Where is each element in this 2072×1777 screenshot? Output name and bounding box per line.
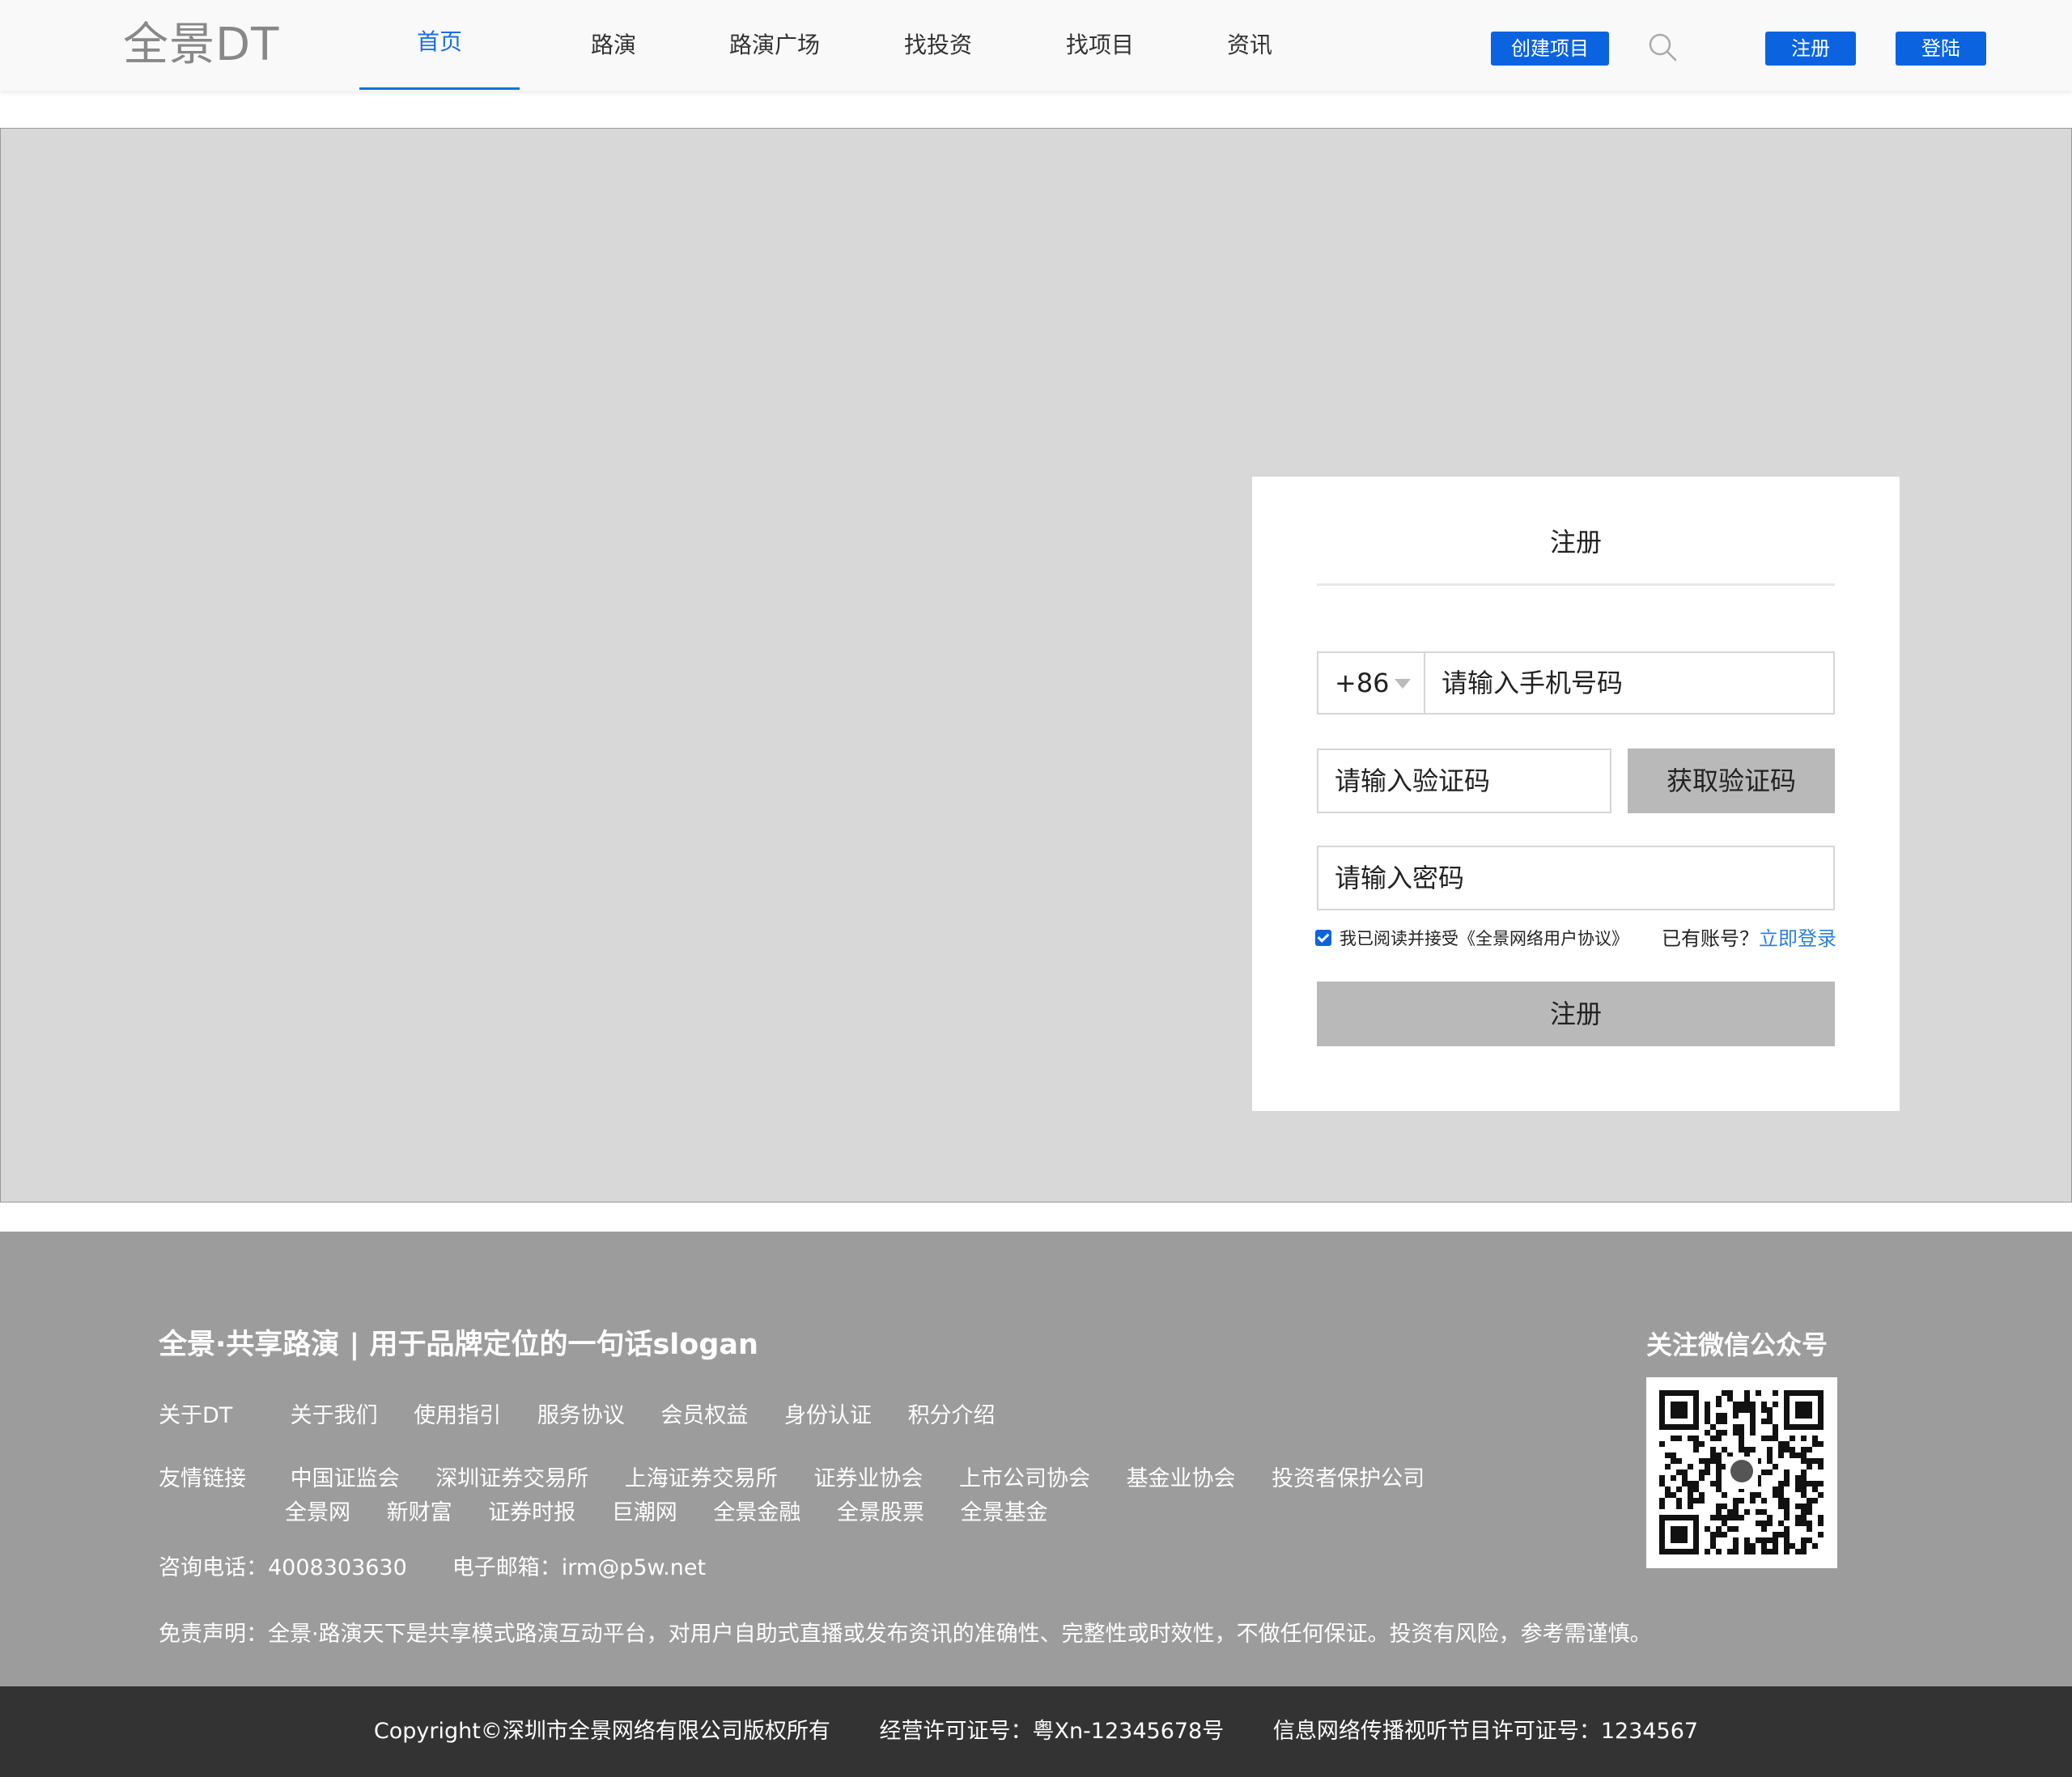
nav-roadshow[interactable]: 路演	[573, 0, 654, 87]
business-license: 经营许可证号：粤Xn-12345678号	[879, 1719, 1225, 1744]
footer-link-sse[interactable]: 上海证券交易所	[625, 1463, 778, 1495]
disclaimer-row: 免责声明：全景·路演天下是共享模式路演互动平台，对用户自助式直播或发布资讯的准确…	[159, 1618, 1652, 1651]
friend-links-label: 友情链接	[159, 1466, 246, 1491]
footer-link-p5w-stock[interactable]: 全景股票	[837, 1497, 924, 1529]
phone-input[interactable]: 请输入手机号码	[1441, 653, 1623, 713]
nav-news[interactable]: 资讯	[1221, 0, 1279, 87]
contact-phone: 4008303630	[268, 1555, 407, 1580]
password-field[interactable]: 请输入密码	[1317, 846, 1835, 910]
register-button[interactable]: 注册	[1765, 32, 1856, 66]
footer-link-points[interactable]: 积分介绍	[908, 1400, 996, 1432]
phone-label: 咨询电话：	[159, 1555, 268, 1580]
friend-links-row: 友情链接 中国证监会 深圳证券交易所 上海证券交易所 证券业协会 上市公司协会 …	[159, 1463, 1454, 1495]
site-logo[interactable]: 全景DT	[123, 16, 279, 74]
country-code-select[interactable]: +86	[1318, 653, 1425, 713]
wechat-qr-code	[1646, 1377, 1837, 1568]
password-input[interactable]: 请输入密码	[1335, 847, 1464, 909]
footer-slogan: 全景·共享路演 | 用于品牌定位的一句话slogan	[159, 1329, 758, 1361]
has-account-text: 已有账号？	[1662, 927, 1759, 950]
av-license: 信息网络传播视听节目许可证号：1234567	[1272, 1719, 1699, 1744]
footer-link-capco[interactable]: 上市公司协会	[959, 1463, 1090, 1495]
login-hint: 已有账号？立即登录	[1662, 925, 1836, 952]
footer-link-about-us[interactable]: 关于我们	[291, 1400, 378, 1432]
nav-roadshow-plaza[interactable]: 路演广场	[720, 0, 829, 87]
footer-link-amac[interactable]: 基金业协会	[1127, 1463, 1236, 1495]
wechat-title: 关注微信公众号	[1646, 1330, 1828, 1360]
footer-link-p5w[interactable]: 全景网	[285, 1497, 350, 1529]
email-label: 电子邮箱：	[452, 1555, 562, 1580]
footer-link-csrc[interactable]: 中国证监会	[291, 1463, 400, 1495]
create-project-button[interactable]: 创建项目	[1491, 32, 1609, 66]
agreement-checkbox[interactable]	[1315, 930, 1331, 946]
title-divider	[1317, 583, 1835, 586]
footer-link-p5w-finance[interactable]: 全景金融	[713, 1497, 800, 1529]
copyright-bar: Copyright©深圳市全景网络有限公司版权所有 经营许可证号：粤Xn-123…	[0, 1686, 2072, 1777]
disclaimer-text: 全景·路演天下是共享模式路演互动平台，对用户自助式直播或发布资讯的准确性、完整性…	[268, 1622, 1652, 1647]
footer-link-xcf[interactable]: 新财富	[387, 1497, 452, 1529]
nav-home[interactable]: 首页	[359, 0, 520, 90]
phone-field[interactable]: +86 请输入手机号码	[1317, 651, 1835, 715]
nav-find-investment[interactable]: 找投资	[894, 0, 983, 87]
footer-link-stcn[interactable]: 证券时报	[488, 1497, 575, 1529]
search-icon[interactable]	[1646, 31, 1679, 63]
footer-link-service-agreement[interactable]: 服务协议	[537, 1400, 625, 1432]
get-code-button[interactable]: 获取验证码	[1628, 749, 1835, 813]
country-code-value: +86	[1335, 668, 1390, 698]
contact-row: 咨询电话：4008303630 电子邮箱：irm@p5w.net	[159, 1552, 706, 1584]
footer-link-sipf[interactable]: 投资者保护公司	[1272, 1463, 1424, 1495]
contact-email[interactable]: irm@p5w.net	[562, 1555, 706, 1580]
footer-link-sac[interactable]: 证券业协会	[813, 1463, 923, 1495]
register-card: 注册 +86 请输入手机号码 请输入验证码 获取验证码 请输入密码 我已阅读并接…	[1252, 477, 1900, 1111]
submit-register-button[interactable]: 注册	[1317, 982, 1835, 1046]
about-row: 关于DT 关于我们 使用指引 服务协议 会员权益 身份认证 积分介绍	[159, 1400, 1025, 1432]
top-navbar: 全景DT 首页 路演 路演广场 找投资 找项目 资讯 创建项目 注册 登陆	[0, 0, 2072, 91]
register-title: 注册	[1549, 527, 1602, 558]
verification-code-input[interactable]: 请输入验证码	[1335, 750, 1490, 812]
hero-banner: 注册 +86 请输入手机号码 请输入验证码 获取验证码 请输入密码 我已阅读并接…	[0, 128, 2072, 1202]
chevron-down-icon	[1395, 679, 1411, 689]
footer-link-membership[interactable]: 会员权益	[660, 1400, 748, 1432]
agreement-row: 我已阅读并接受《全景网络用户协议》	[1315, 925, 1628, 952]
login-now-link[interactable]: 立即登录	[1759, 927, 1836, 950]
footer-link-guide[interactable]: 使用指引	[414, 1400, 501, 1432]
footer-link-p5w-fund[interactable]: 全景基金	[961, 1497, 1048, 1529]
login-button[interactable]: 登陆	[1896, 32, 1986, 66]
about-label: 关于DT	[159, 1403, 233, 1428]
agreement-text[interactable]: 我已阅读并接受《全景网络用户协议》	[1340, 929, 1628, 948]
footer-link-identity[interactable]: 身份认证	[784, 1400, 872, 1432]
footer: 全景·共享路演 | 用于品牌定位的一句话slogan 关于DT 关于我们 使用指…	[0, 1232, 2072, 1686]
copyright-text: Copyright©深圳市全景网络有限公司版权所有	[373, 1719, 830, 1744]
footer-link-cninfo[interactable]: 巨潮网	[612, 1497, 677, 1529]
nav-find-project[interactable]: 找项目	[1055, 0, 1144, 87]
friend-links-row-2: 全景网 新财富 证券时报 巨潮网 全景金融 全景股票 全景基金	[285, 1497, 1077, 1529]
footer-link-szse[interactable]: 深圳证券交易所	[435, 1463, 588, 1495]
disclaimer-label: 免责声明：	[159, 1622, 268, 1647]
verification-code-field[interactable]: 请输入验证码	[1317, 749, 1611, 813]
